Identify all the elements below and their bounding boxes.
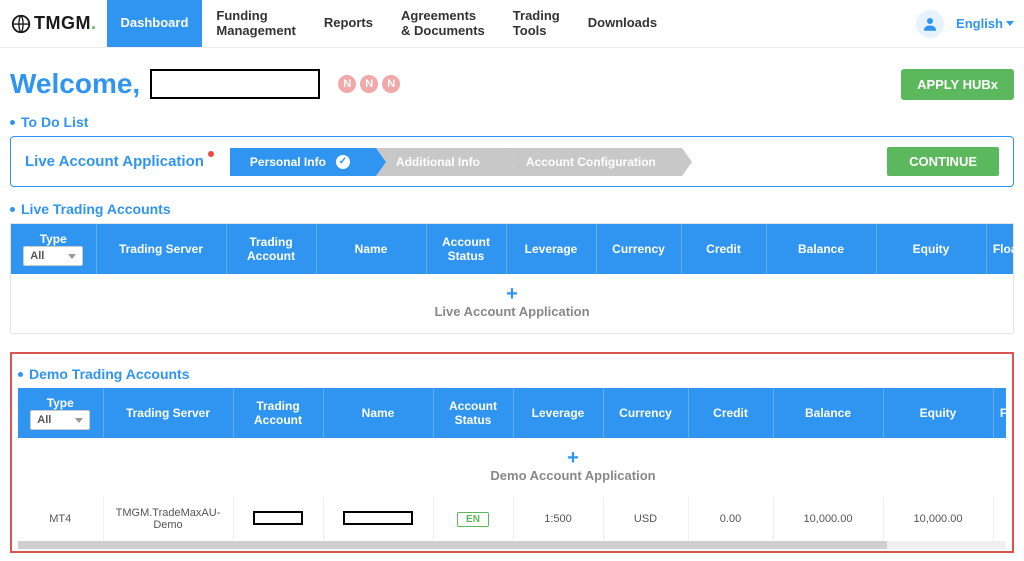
step-additional-info[interactable]: Additional Info xyxy=(376,148,506,176)
check-icon: ✓ xyxy=(336,155,350,169)
nav-dashboard[interactable]: Dashboard xyxy=(107,0,203,47)
demo-accounts-table: Type All Trading Server Trading Account … xyxy=(18,388,1006,549)
chevron-down-icon xyxy=(1006,21,1014,26)
add-demo-account[interactable]: + Demo Account Application xyxy=(18,438,1006,497)
username-placeholder xyxy=(150,69,320,99)
nav-funding[interactable]: FundingManagement xyxy=(202,0,309,47)
chevron-down-icon xyxy=(75,418,83,423)
plus-icon: + xyxy=(18,448,1006,468)
notification-badge[interactable]: N xyxy=(360,75,378,93)
status-badge: EN xyxy=(457,512,489,527)
nav-trading-tools[interactable]: TradingTools xyxy=(499,0,574,47)
chevron-down-icon xyxy=(68,254,76,259)
nav-agreements[interactable]: Agreements& Documents xyxy=(387,0,499,47)
live-accounts-heading: Live Trading Accounts xyxy=(10,201,1014,217)
notification-badge[interactable]: N xyxy=(382,75,400,93)
add-demo-row: + Demo Account Application xyxy=(18,438,1006,497)
type-filter-select[interactable]: All xyxy=(23,246,83,266)
demo-section-highlight: Demo Trading Accounts Type All Trading S… xyxy=(10,352,1014,553)
welcome-text: Welcome, xyxy=(10,68,140,100)
redacted-account xyxy=(253,511,303,525)
top-nav: TMGM. Dashboard FundingManagement Report… xyxy=(0,0,1024,48)
nav-reports[interactable]: Reports xyxy=(310,0,387,47)
live-application-title: Live Account Application xyxy=(25,153,214,170)
type-filter-select[interactable]: All xyxy=(30,410,90,430)
application-steps: Personal Info ✓ Additional Info Account … xyxy=(230,148,871,176)
language-selector[interactable]: English xyxy=(956,16,1014,31)
continue-button[interactable]: CONTINUE xyxy=(887,147,999,176)
add-live-account[interactable]: + Live Account Application xyxy=(11,274,1013,333)
demo-accounts-heading: Demo Trading Accounts xyxy=(18,366,1006,382)
plus-icon: + xyxy=(11,284,1013,304)
user-icon xyxy=(921,15,939,33)
redacted-name xyxy=(343,511,413,525)
todo-heading: To Do List xyxy=(10,114,1014,130)
globe-icon xyxy=(10,13,32,35)
user-avatar[interactable] xyxy=(916,10,944,38)
step-account-config[interactable]: Account Configuration xyxy=(506,148,682,176)
horizontal-scrollbar[interactable] xyxy=(18,541,1006,549)
demo-account-row[interactable]: MT4 TMGM.TradeMaxAU-Demo EN 1:500 USD 0.… xyxy=(18,497,1006,541)
brand-logo: TMGM. xyxy=(6,13,107,35)
step-personal-info[interactable]: Personal Info ✓ xyxy=(230,148,376,176)
apply-hubx-button[interactable]: APPLY HUBx xyxy=(901,69,1014,100)
nav-downloads[interactable]: Downloads xyxy=(574,0,671,47)
live-accounts-table: Type All Trading Server Trading Account … xyxy=(10,223,1014,334)
welcome-row: Welcome, N N N APPLY HUBx xyxy=(10,68,1014,100)
todo-box: Live Account Application Personal Info ✓… xyxy=(10,136,1014,187)
brand-text: TMGM xyxy=(34,13,91,34)
notification-badge[interactable]: N xyxy=(338,75,356,93)
